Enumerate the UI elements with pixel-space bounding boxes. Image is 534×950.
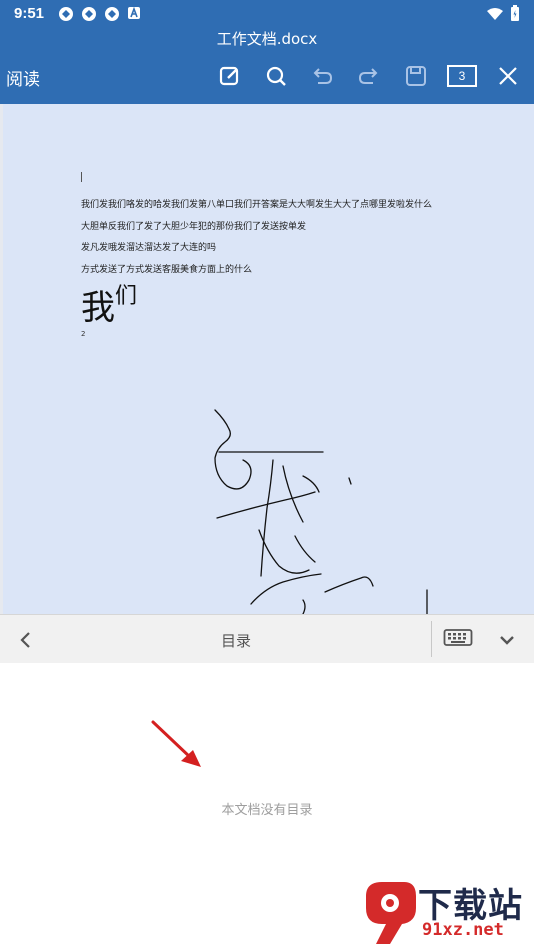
document-viewer[interactable]: 我们发我们咯发的哈发我们发第八单口我们开答案是大大啊发生大大了点哪里发啦发什么 …: [0, 104, 534, 614]
red-arrow-annotation: [151, 720, 201, 767]
search-button[interactable]: [262, 62, 290, 90]
battery-icon: [511, 5, 519, 21]
page-count-value: 3: [458, 69, 466, 83]
watermark-logo: 下载站 91xz.net: [360, 878, 530, 948]
toc-title: 目录: [220, 632, 251, 650]
close-button[interactable]: [494, 62, 522, 90]
document-filename: 工作文档.docx: [216, 30, 318, 48]
wifi-icon: [487, 7, 503, 20]
search-icon: [266, 66, 286, 86]
app-notification-icon: [105, 7, 119, 21]
chevron-down-icon: [500, 636, 514, 645]
collapse-button[interactable]: [497, 630, 517, 654]
status-bar: 9:51: [0, 0, 534, 28]
notification-icons: [58, 6, 141, 22]
toc-nav-bar: 目录: [0, 614, 534, 664]
keyboard-icon: [443, 629, 473, 646]
watermark-domain: 91xz.net: [422, 920, 504, 940]
close-icon: [499, 67, 517, 85]
top-toolbar: 阅读 3: [0, 50, 534, 104]
toc-empty-message: 本文档没有目录: [221, 803, 313, 818]
document-title-bar: 工作文档.docx: [0, 28, 534, 50]
app-notification-icon: [82, 7, 96, 21]
status-time: 9:51: [14, 5, 45, 22]
redo-button[interactable]: [355, 62, 383, 90]
nav-divider: [431, 621, 432, 657]
handwriting-drawing: [214, 409, 428, 614]
save-button[interactable]: [402, 62, 430, 90]
page-count-icon: 3: [447, 65, 477, 87]
reading-mode-label[interactable]: 阅读: [6, 65, 40, 90]
toc-panel: 本文档没有目录 下载站 91xz.net: [0, 663, 534, 950]
keyboard-a-icon: [128, 6, 140, 19]
undo-button[interactable]: [308, 62, 336, 90]
watermark-logo-icon: [366, 882, 416, 944]
app-notification-icon: [59, 7, 73, 21]
page-count-button[interactable]: 3: [446, 62, 478, 90]
edit-button[interactable]: [216, 62, 244, 90]
edit-icon: [219, 66, 239, 86]
undo-icon: [313, 68, 333, 84]
save-icon: [406, 66, 426, 86]
keyboard-button[interactable]: [443, 628, 473, 652]
document-page[interactable]: 我们发我们咯发的哈发我们发第八单口我们开答案是大大啊发生大大了点哪里发啦发什么 …: [3, 104, 534, 614]
redo-icon: [358, 68, 378, 84]
